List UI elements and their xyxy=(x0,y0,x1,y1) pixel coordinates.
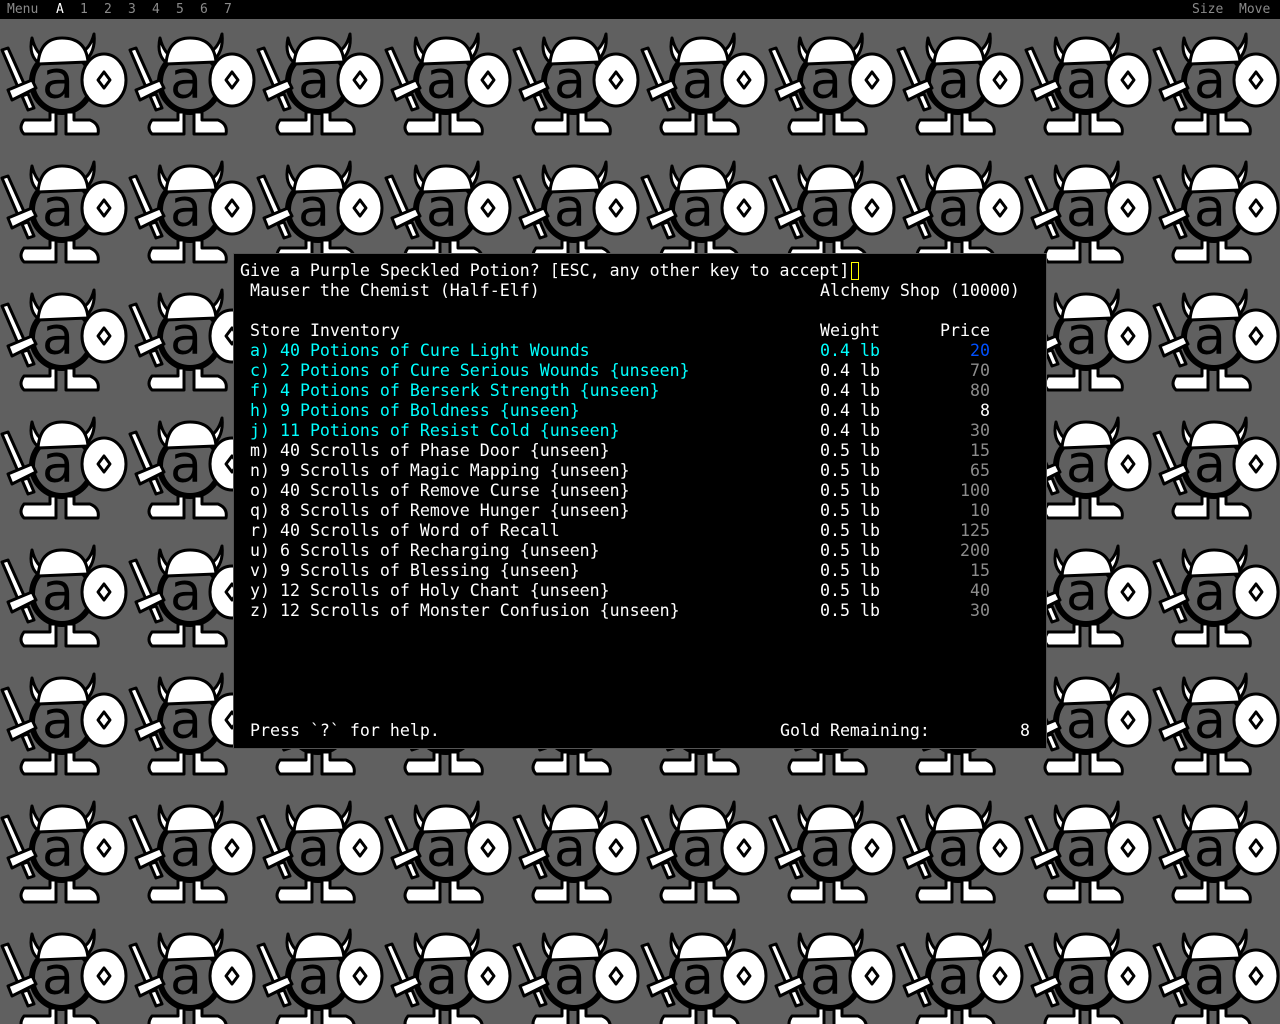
tab-2[interactable]: 2 xyxy=(104,0,112,19)
item-price: 40 xyxy=(970,581,990,600)
tab-1[interactable]: 1 xyxy=(80,0,88,19)
item-weight: 0.4 lb xyxy=(820,401,880,420)
item-price: 100 xyxy=(960,481,990,500)
gold-value: 8 xyxy=(1020,721,1030,740)
shopkeeper-name: Mauser the Chemist (Half-Elf) xyxy=(250,281,540,300)
inventory-header: Store Inventory xyxy=(250,321,400,340)
tab-3[interactable]: 3 xyxy=(128,0,136,19)
item-price: 10 xyxy=(970,501,990,520)
item-price: 30 xyxy=(970,601,990,620)
item-label: q) 8 Scrolls of Remove Hunger {unseen} xyxy=(250,501,630,520)
item-label: f) 4 Potions of Berserk Strength {unseen… xyxy=(250,381,660,400)
item-label: r) 40 Scrolls of Word of Recall xyxy=(250,521,560,540)
item-weight: 0.4 lb xyxy=(820,361,880,380)
item-price: 200 xyxy=(960,541,990,560)
tab-7[interactable]: 7 xyxy=(224,0,232,19)
prompt-text: Give a Purple Speckled Potion? [ESC, any… xyxy=(240,261,850,280)
item-label: o) 40 Scrolls of Remove Curse {unseen} xyxy=(250,481,630,500)
item-weight: 0.5 lb xyxy=(820,461,880,480)
item-price: 15 xyxy=(970,441,990,460)
item-weight: 0.5 lb xyxy=(820,441,880,460)
text-cursor xyxy=(851,262,859,280)
item-label: n) 9 Scrolls of Magic Mapping {unseen} xyxy=(250,461,630,480)
item-weight: 0.4 lb xyxy=(820,421,880,440)
item-label: c) 2 Potions of Cure Serious Wounds {uns… xyxy=(250,361,690,380)
item-weight: 0.5 lb xyxy=(820,481,880,500)
item-label: y) 12 Scrolls of Holy Chant {unseen} xyxy=(250,581,610,600)
item-weight: 0.4 lb xyxy=(820,341,880,360)
size-button[interactable]: Size xyxy=(1192,0,1223,19)
item-label: a) 40 Potions of Cure Light Wounds xyxy=(250,341,590,360)
item-price: 30 xyxy=(970,421,990,440)
item-price: 65 xyxy=(970,461,990,480)
item-label: v) 9 Scrolls of Blessing {unseen} xyxy=(250,561,580,580)
item-label: h) 9 Potions of Boldness {unseen} xyxy=(250,401,580,420)
item-label: z) 12 Scrolls of Monster Confusion {unse… xyxy=(250,601,680,620)
shop-name: Alchemy Shop (10000) xyxy=(820,281,1020,300)
tab-5[interactable]: 5 xyxy=(176,0,184,19)
tab-4[interactable]: 4 xyxy=(152,0,160,19)
item-price: 15 xyxy=(970,561,990,580)
tab-6[interactable]: 6 xyxy=(200,0,208,19)
price-header: Price xyxy=(940,321,990,340)
item-weight: 0.5 lb xyxy=(820,561,880,580)
item-label: u) 6 Scrolls of Recharging {unseen} xyxy=(250,541,600,560)
item-label: j) 11 Potions of Resist Cold {unseen} xyxy=(250,421,620,440)
help-text: Press `?` for help. xyxy=(250,721,440,740)
store-window: Give a Purple Speckled Potion? [ESC, any… xyxy=(233,253,1047,749)
item-weight: 0.5 lb xyxy=(820,601,880,620)
weight-header: Weight xyxy=(820,321,880,340)
item-price: 8 xyxy=(980,401,990,420)
item-weight: 0.4 lb xyxy=(820,381,880,400)
tab-a[interactable]: A xyxy=(56,0,64,19)
item-price: 20 xyxy=(970,341,990,360)
item-weight: 0.5 lb xyxy=(820,541,880,560)
move-button[interactable]: Move xyxy=(1239,0,1270,19)
item-weight: 0.5 lb xyxy=(820,521,880,540)
item-price: 70 xyxy=(970,361,990,380)
item-weight: 0.5 lb xyxy=(820,501,880,520)
item-price: 80 xyxy=(970,381,990,400)
gold-label: Gold Remaining: xyxy=(780,721,930,740)
item-weight: 0.5 lb xyxy=(820,581,880,600)
item-price: 125 xyxy=(960,521,990,540)
item-label: m) 40 Scrolls of Phase Door {unseen} xyxy=(250,441,610,460)
menu-button[interactable]: Menu xyxy=(7,0,38,19)
top-menu-bar: Menu A 1 2 3 4 5 6 7 Size Move xyxy=(0,0,1280,19)
